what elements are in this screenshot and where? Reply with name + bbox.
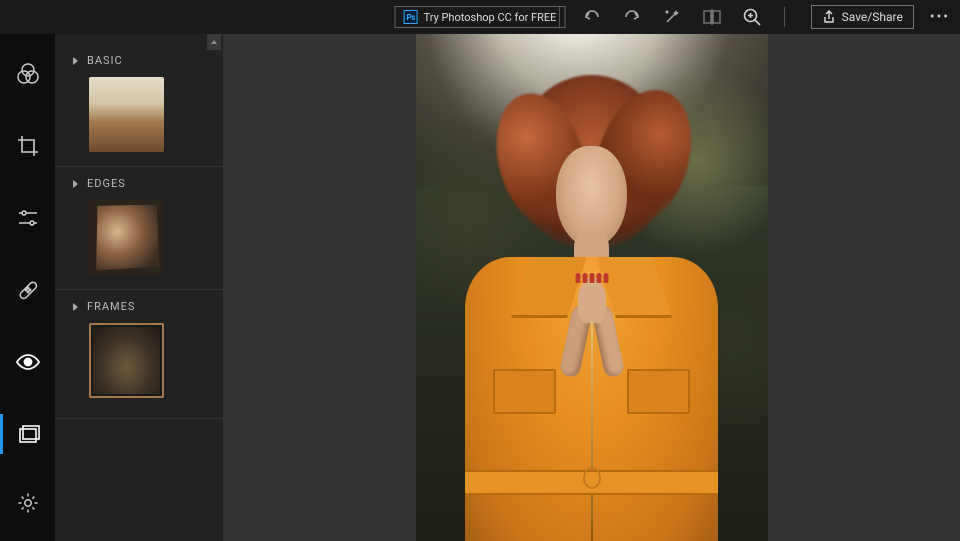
thumbnail-image	[89, 200, 164, 275]
save-share-button[interactable]: Save/Share	[811, 5, 914, 29]
photoshop-logo-icon: Ps	[404, 10, 418, 24]
thumbnail-basic[interactable]	[89, 77, 164, 152]
panel-divider	[55, 418, 223, 419]
zoom-button[interactable]	[732, 0, 772, 34]
tool-rail	[0, 34, 55, 541]
section-edges: EDGES	[55, 166, 223, 289]
zoom-in-icon	[742, 7, 762, 27]
redo-button[interactable]	[612, 0, 652, 34]
thumbnail-image	[89, 77, 164, 152]
canvas-area[interactable]	[223, 34, 960, 541]
eye-icon	[15, 353, 41, 371]
chevron-up-icon	[210, 39, 218, 45]
looks-icon	[15, 61, 41, 87]
gear-icon	[16, 491, 40, 515]
separator	[559, 7, 560, 27]
thumbnail-image	[93, 327, 160, 394]
top-right-controls: Save/Share •••	[547, 0, 950, 34]
section-basic: BASIC	[55, 44, 223, 166]
redo-icon	[622, 10, 642, 24]
crop-tool[interactable]	[0, 126, 55, 166]
adjustments-tool[interactable]	[0, 198, 55, 238]
section-header-edges[interactable]: EDGES	[71, 177, 211, 190]
chevron-right-icon	[71, 179, 79, 189]
crop-icon	[16, 134, 40, 158]
looks-tool[interactable]	[0, 54, 55, 94]
undo-icon	[582, 10, 602, 24]
more-dots-icon: •••	[930, 9, 950, 25]
bandage-icon	[15, 277, 41, 303]
compare-button[interactable]	[692, 0, 732, 34]
section-label: FRAMES	[87, 300, 135, 313]
sliders-icon	[16, 208, 40, 228]
more-menu-button[interactable]: •••	[930, 9, 950, 25]
thumbnail-frames[interactable]	[89, 323, 164, 398]
section-label: EDGES	[87, 177, 126, 190]
save-share-label: Save/Share	[842, 10, 903, 24]
retouch-tool[interactable]	[0, 270, 55, 310]
auto-enhance-button[interactable]	[652, 0, 692, 34]
main-area: BASIC EDGES FRAMES	[0, 34, 960, 541]
section-header-basic[interactable]: BASIC	[71, 54, 211, 67]
share-icon	[822, 10, 836, 24]
chevron-right-icon	[71, 56, 79, 66]
settings-button[interactable]	[0, 483, 55, 523]
photoshop-promo-button[interactable]: Ps Try Photoshop CC for FREE	[395, 6, 566, 28]
red-eye-tool[interactable]	[0, 342, 55, 382]
frames-tool[interactable]	[0, 414, 55, 454]
undo-button[interactable]	[572, 0, 612, 34]
thumbnail-edges[interactable]	[89, 200, 164, 275]
frames-icon	[17, 423, 41, 445]
section-header-frames[interactable]: FRAMES	[71, 300, 211, 313]
section-frames: FRAMES	[55, 289, 223, 412]
effects-panel: BASIC EDGES FRAMES	[55, 34, 223, 541]
top-bar: Ps Try Photoshop CC for FREE Save/Share …	[0, 0, 960, 34]
section-label: BASIC	[87, 54, 123, 67]
separator	[784, 7, 785, 27]
panel-scroll-up[interactable]	[207, 34, 221, 50]
photo-preview	[416, 34, 768, 541]
promo-label: Try Photoshop CC for FREE	[424, 11, 557, 24]
chevron-right-icon	[71, 302, 79, 312]
wand-sparkle-icon	[662, 7, 682, 27]
compare-icon	[702, 8, 722, 26]
